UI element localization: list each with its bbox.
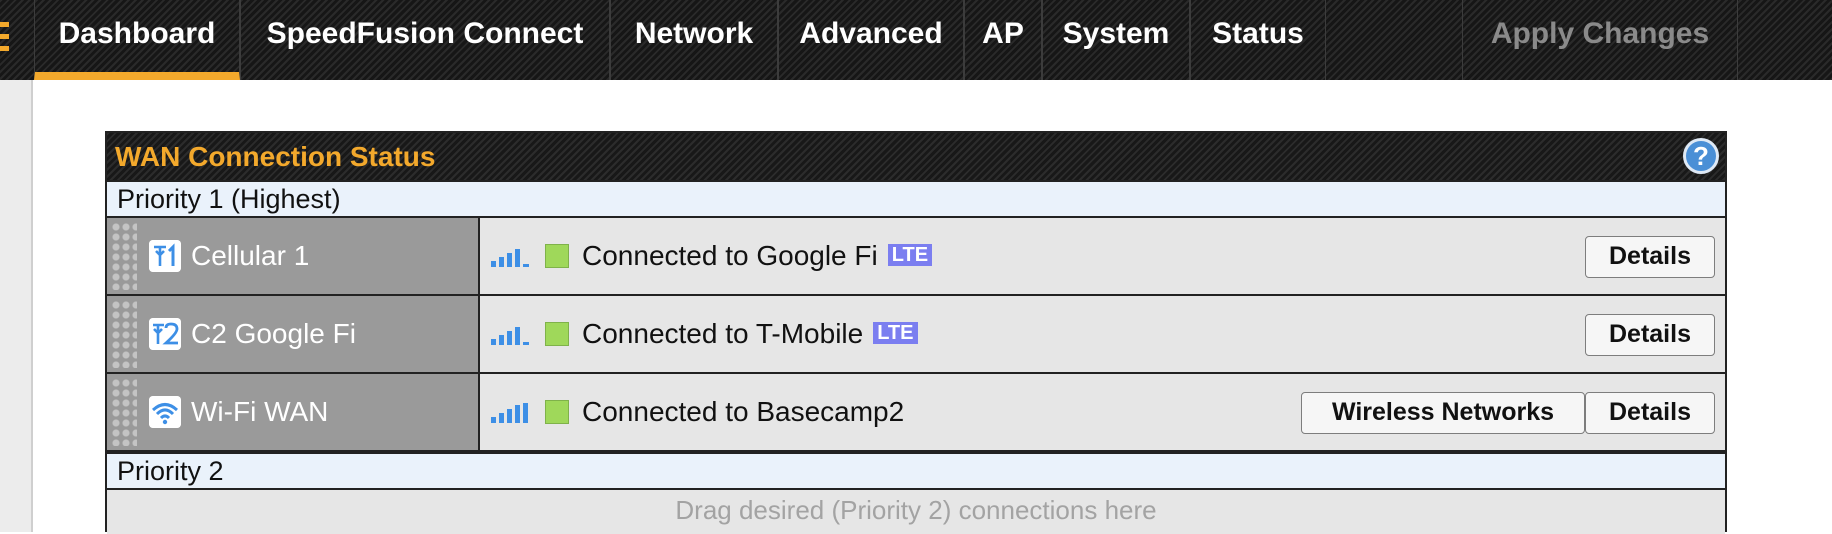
priority-1-header: Priority 1 (Highest) [107, 180, 1725, 218]
details-button[interactable]: Details [1585, 314, 1715, 356]
nav-status[interactable]: Status [1190, 0, 1326, 80]
cellular-2-icon [149, 318, 181, 350]
help-icon[interactable]: ? [1683, 138, 1719, 174]
nav-speedfusion-connect[interactable]: SpeedFusion Connect [240, 0, 610, 80]
wan-name: Wi-Fi WAN [191, 396, 329, 427]
wan-name: C2 Google Fi [191, 318, 356, 349]
drag-handle-icon[interactable] [111, 222, 137, 290]
cellular-1-icon [149, 240, 181, 272]
nav-ap[interactable]: AP [964, 0, 1042, 80]
connection-status-led [545, 322, 569, 346]
nav-network[interactable]: Network [610, 0, 778, 80]
wan-name: Cellular 1 [191, 240, 310, 271]
signal-strength-icon [491, 327, 529, 345]
wan-name-cell[interactable]: Wi-Fi WAN [107, 374, 480, 450]
connection-status-text: Connected to T-Mobile LTE [582, 296, 918, 372]
connection-status-led [545, 400, 569, 424]
signal-strength-icon [491, 249, 529, 267]
wireless-networks-button[interactable]: Wireless Networks [1301, 392, 1585, 434]
apply-changes-button[interactable]: Apply Changes [1462, 0, 1738, 80]
nav-system[interactable]: System [1042, 0, 1190, 80]
wan-connection-panel: WAN Connection Status ? Priority 1 (High… [105, 131, 1727, 534]
drag-handle-icon[interactable] [111, 378, 137, 446]
connection-status-text: Connected to Basecamp2 [582, 396, 905, 427]
wan-row-wifi-wan[interactable]: Wi-Fi WAN Connected to Basecamp2 Wireles… [107, 374, 1725, 452]
lte-badge: LTE [873, 322, 918, 344]
details-button[interactable]: Details [1585, 236, 1715, 278]
panel-title: WAN Connection Status [115, 141, 436, 172]
wan-row-cellular-1[interactable]: Cellular 1 Connected to Google Fi LTE Det… [107, 218, 1725, 296]
nav-dashboard[interactable]: Dashboard [34, 0, 240, 80]
wan-name-cell[interactable]: C2 Google Fi [107, 296, 480, 372]
drag-handle-icon[interactable] [111, 300, 137, 368]
lte-badge: LTE [887, 244, 933, 266]
priority-2-drop-zone[interactable]: Drag desired (Priority 2) connections he… [107, 490, 1725, 534]
logo-fragment [0, 22, 9, 52]
left-rail [0, 80, 33, 532]
wifi-icon [149, 396, 181, 428]
signal-strength-icon [491, 403, 528, 423]
connection-status-text: Connected to Google Fi LTE [582, 218, 933, 294]
panel-header: WAN Connection Status ? [107, 133, 1725, 180]
details-button[interactable]: Details [1585, 392, 1715, 434]
nav-advanced[interactable]: Advanced [778, 0, 964, 80]
priority-2-header: Priority 2 [107, 452, 1725, 490]
connection-status-led [545, 244, 569, 268]
top-navigation: Dashboard SpeedFusion Connect Network Ad… [0, 0, 1832, 80]
wan-name-cell[interactable]: Cellular 1 [107, 218, 480, 294]
wan-row-c2-google-fi[interactable]: C2 Google Fi Connected to T-Mobile LTE De… [107, 296, 1725, 374]
